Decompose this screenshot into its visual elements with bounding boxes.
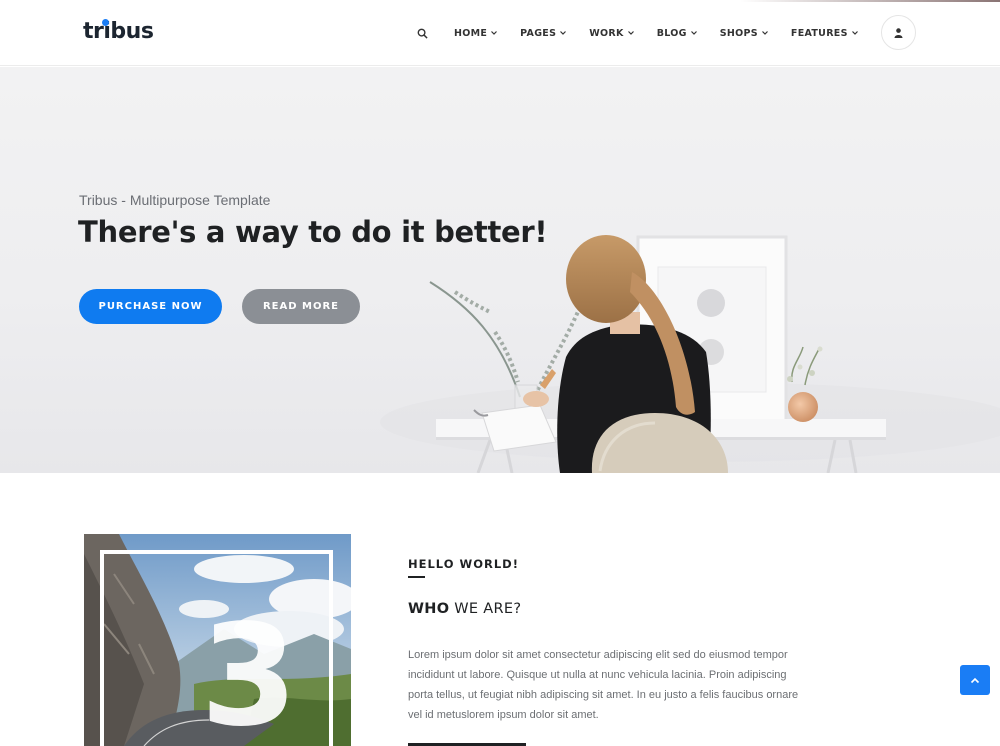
hero-title: There's a way to do it better!: [78, 215, 548, 249]
about-heading-bold: WHO: [408, 601, 450, 617]
nav-item-features[interactable]: FEATURES: [791, 28, 859, 39]
main-nav: HOME PAGES WORK BLOG SHOPS FEATURES: [410, 0, 903, 66]
user-account-button[interactable]: [881, 15, 916, 50]
site-header: tribus HOME PAGES WORK BLOG SHOPS FEATUR…: [0, 0, 1000, 66]
user-icon: [894, 27, 903, 38]
logo-dot: [102, 19, 109, 26]
chevron-down-icon: [690, 31, 697, 35]
about-heading-rest: WE ARE?: [449, 601, 522, 617]
about-label-underline: [408, 576, 425, 578]
nav-item-blog[interactable]: BLOG: [657, 28, 698, 39]
nav-item-shops[interactable]: SHOPS: [720, 28, 769, 39]
about-label: HELLO WORLD!: [408, 557, 519, 571]
chevron-down-icon: [627, 31, 634, 35]
chevron-down-icon: [560, 31, 567, 35]
read-more-button[interactable]: READ MORE: [242, 289, 360, 324]
logo[interactable]: tribus: [83, 19, 154, 44]
chevron-down-icon: [851, 31, 858, 35]
chevron-down-icon: [761, 31, 768, 35]
hero-section: Tribus - Multipurpose Template There's a…: [0, 67, 1000, 473]
nav-item-work[interactable]: WORK: [589, 28, 634, 39]
about-image-numeral: 3: [200, 595, 297, 746]
chevron-up-icon: [970, 677, 980, 683]
nav-item-pages[interactable]: PAGES: [520, 28, 567, 39]
about-body-text: Lorem ipsum dolor sit amet consectetur a…: [408, 649, 799, 721]
about-heading: WHO WE ARE?: [408, 601, 521, 617]
about-image: 3: [84, 534, 351, 746]
hero-illustration: [380, 235, 1000, 473]
nav-item-home[interactable]: HOME: [454, 28, 498, 39]
purchase-now-button[interactable]: PURCHASE NOW: [79, 289, 222, 324]
hero-eyebrow: Tribus - Multipurpose Template: [79, 192, 271, 208]
chevron-down-icon: [491, 31, 498, 35]
search-icon[interactable]: [410, 21, 434, 45]
scroll-to-top-button[interactable]: [960, 665, 990, 695]
